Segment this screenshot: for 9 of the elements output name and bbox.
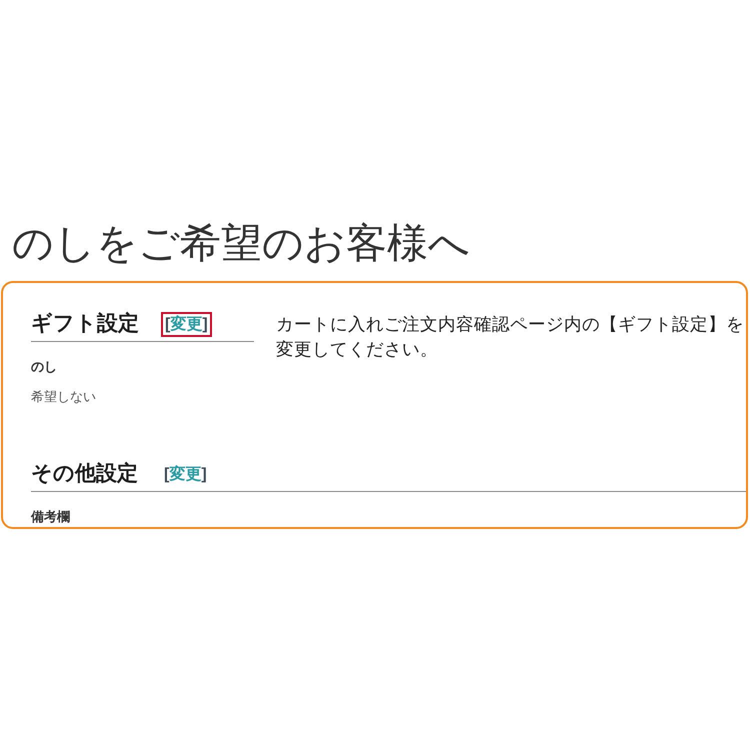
change-link[interactable]: [変更] <box>160 462 211 486</box>
field-label: 備考欄 <box>31 508 70 525</box>
change-link[interactable]: [変更] <box>161 312 212 336</box>
section-heading: ギフト設定 <box>31 310 139 337</box>
page-title: のしをご希望のお客様へ <box>12 221 470 265</box>
field-label: のし <box>31 358 57 375</box>
instruction-text: カートに入れご注文内容確認ページ内の【ギフト設定】を変更してください。 <box>276 313 745 361</box>
field-value: 希望しない <box>31 388 96 406</box>
section-heading: その他設定 <box>31 460 138 487</box>
